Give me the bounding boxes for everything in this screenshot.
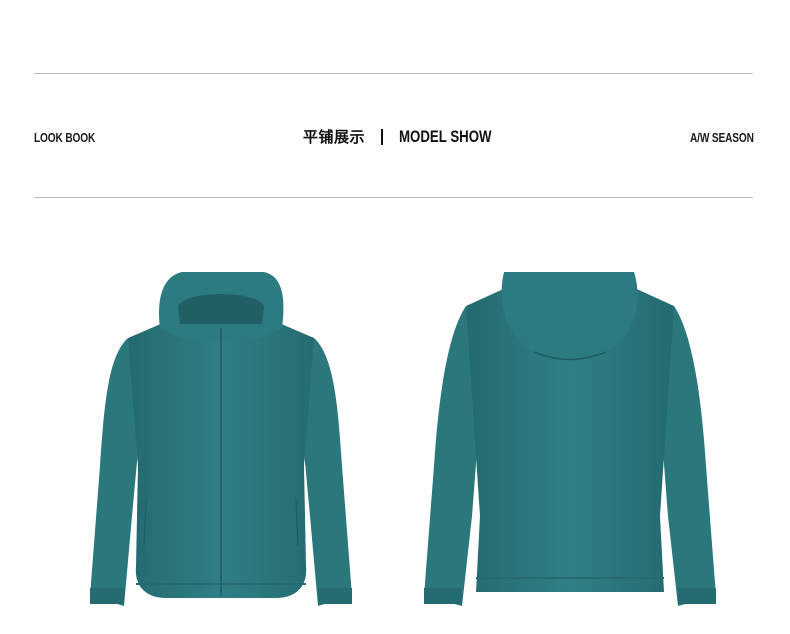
jacket-front-image xyxy=(90,272,352,606)
bottom-divider xyxy=(34,197,753,198)
title-separator xyxy=(381,128,383,145)
season-label: A/W SEASON xyxy=(690,130,754,145)
section-title-en: MODEL SHOW xyxy=(399,126,492,146)
section-title: 平铺展示 MODEL SHOW xyxy=(0,126,790,147)
section-title-cn: 平铺展示 xyxy=(302,128,365,146)
jacket-back-image xyxy=(424,272,716,606)
top-divider xyxy=(34,73,753,74)
